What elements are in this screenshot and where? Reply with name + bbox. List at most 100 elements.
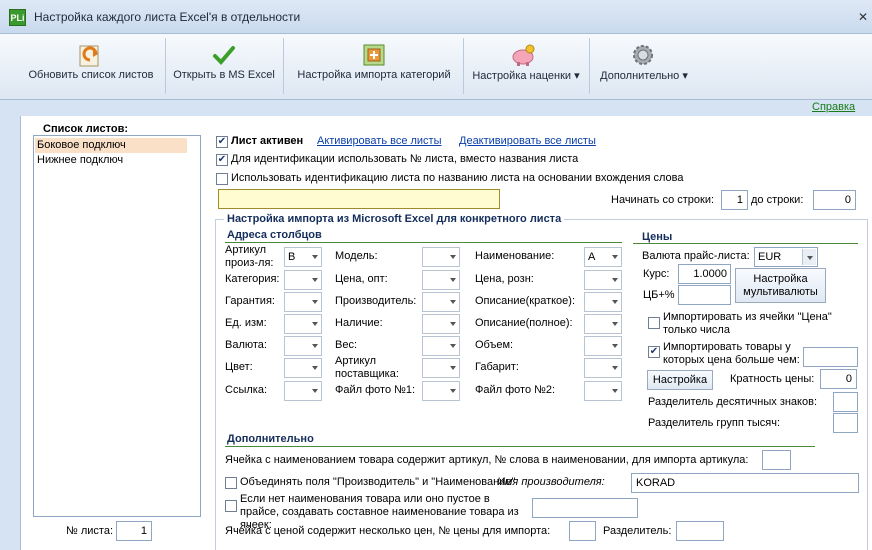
column-address-select[interactable]: [584, 381, 622, 401]
use-sheet-name-label: Использовать идентификацию листа по назв…: [231, 172, 684, 184]
refresh-sheets-button[interactable]: Обновить список листов: [20, 34, 162, 100]
column-address-select[interactable]: [584, 270, 622, 290]
multiplicity-input[interactable]: 0: [820, 369, 857, 389]
column-address-select[interactable]: [284, 270, 322, 290]
use-sheet-number-checkbox[interactable]: ✔: [216, 154, 228, 166]
chevron-down-icon: [612, 389, 618, 393]
column-address-select[interactable]: [422, 314, 460, 334]
composite-name-input[interactable]: [532, 498, 638, 518]
chevron-down-icon: [450, 389, 456, 393]
sheet-list-label: Список листов:: [43, 123, 129, 135]
chevron-down-icon: [612, 300, 618, 304]
deactivate-all-link[interactable]: Деактивировать все листы: [459, 135, 596, 148]
column-address-label: Цена, розн:: [475, 273, 534, 285]
chevron-down-icon: [450, 366, 456, 370]
column-address-label: Описание(краткое):: [475, 295, 576, 307]
toolbar-separator: [165, 38, 166, 94]
column-address-select[interactable]: [284, 292, 322, 312]
start-row-input[interactable]: 1: [721, 190, 748, 210]
import-settings-title: Настройка импорта из Microsoft Excel для…: [224, 213, 565, 225]
more-options-button[interactable]: Дополнительно ▾: [594, 34, 694, 100]
column-address-select[interactable]: [584, 292, 622, 312]
manufacturer-name-input[interactable]: KORAD: [631, 473, 859, 493]
column-address-select[interactable]: [584, 336, 622, 356]
cb-percent-input[interactable]: [678, 285, 731, 305]
chevron-down-icon: [802, 249, 816, 265]
import-numbers-only-checkbox[interactable]: [648, 317, 660, 329]
column-address-select[interactable]: A: [584, 247, 622, 267]
decimal-separator-input[interactable]: [833, 392, 858, 412]
column-address-select[interactable]: [422, 270, 460, 290]
list-item[interactable]: Боковое подключ: [35, 138, 187, 153]
column-address-label: Категория:: [225, 273, 280, 285]
sheet-name-word-input[interactable]: [218, 189, 500, 209]
column-address-select[interactable]: [584, 314, 622, 334]
column-address-label: Артикул произ-ля:: [225, 244, 274, 269]
multi-price-input[interactable]: [569, 521, 596, 541]
column-address-select[interactable]: B: [284, 247, 322, 267]
chevron-down-icon: [312, 300, 318, 304]
sheet-list[interactable]: Боковое подключ Нижнее подключ: [33, 135, 201, 517]
decimal-separator-label: Разделитель десятичных знаков:: [648, 396, 818, 408]
chevron-down-icon: [450, 278, 456, 282]
column-address-label: Вес:: [335, 339, 358, 351]
chevron-down-icon: [450, 300, 456, 304]
end-row-input[interactable]: 0: [813, 190, 856, 210]
column-address-select[interactable]: [284, 314, 322, 334]
column-address-label: Гарантия:: [225, 295, 275, 307]
more-options-label: Дополнительно ▾: [600, 70, 688, 82]
category-import-label: Настройка импорта категорий: [297, 69, 451, 81]
refresh-sheets-label: Обновить список листов: [28, 69, 154, 81]
column-address-label: Артикул поставщика:: [335, 355, 399, 380]
multi-currency-button[interactable]: Настройка мультивалюты: [735, 268, 826, 303]
column-address-select[interactable]: [422, 247, 460, 267]
category-import-icon: [363, 44, 385, 66]
activate-all-link[interactable]: Активировать все листы: [317, 135, 442, 148]
chevron-down-icon: [312, 322, 318, 326]
use-sheet-name-checkbox[interactable]: [216, 173, 228, 185]
price-separator-label: Разделитель:: [603, 525, 672, 537]
price-separator-input[interactable]: [676, 521, 724, 541]
help-link[interactable]: Справка: [812, 101, 855, 113]
open-excel-button[interactable]: Открыть в MS Excel: [168, 34, 280, 100]
column-address-select[interactable]: [422, 336, 460, 356]
thousands-separator-input[interactable]: [833, 413, 858, 433]
currency-select[interactable]: EUR: [754, 247, 818, 267]
category-import-button[interactable]: Настройка импорта категорий: [287, 34, 461, 100]
article-in-name-input[interactable]: [762, 450, 791, 470]
column-address-select[interactable]: [422, 381, 460, 401]
column-address-select[interactable]: [284, 358, 322, 378]
list-item[interactable]: Нижнее подключ: [35, 153, 187, 168]
rate-input[interactable]: 1.0000: [678, 264, 731, 284]
column-address-label: Валюта:: [225, 339, 267, 351]
chevron-down-icon: [312, 366, 318, 370]
price-greater-than-checkbox[interactable]: ✔: [648, 346, 660, 358]
chevron-down-icon: [450, 322, 456, 326]
sheet-number-field[interactable]: 1: [116, 521, 152, 541]
multi-price-label: Ячейка с ценой содержит несколько цен, №…: [225, 525, 551, 537]
column-address-label: Наличие:: [335, 317, 383, 329]
close-icon[interactable]: ✕: [858, 10, 868, 24]
column-address-select[interactable]: [284, 336, 322, 356]
price-greater-than-input[interactable]: [803, 347, 858, 367]
column-address-select[interactable]: [584, 358, 622, 378]
markup-settings-button[interactable]: Настройка наценки ▾: [466, 34, 586, 100]
import-numbers-only-label: Импортировать из ячейки "Цена" только чи…: [663, 311, 832, 336]
additional-line: [225, 446, 815, 447]
sheet-active-label: Лист активен: [231, 135, 304, 147]
column-address-select[interactable]: [422, 358, 460, 378]
column-address-select[interactable]: [422, 292, 460, 312]
merge-fields-checkbox[interactable]: [225, 477, 237, 489]
composite-name-checkbox[interactable]: [225, 500, 237, 512]
sheet-active-checkbox[interactable]: ✔: [216, 136, 228, 148]
toolbar-separator: [589, 38, 590, 94]
chevron-down-icon: [312, 389, 318, 393]
currency-label: Валюта прайс-листа:: [642, 250, 750, 262]
gear-icon: [633, 45, 653, 65]
sheet-number-label: № листа:: [66, 525, 114, 537]
column-address-select[interactable]: [284, 381, 322, 401]
refresh-icon: [79, 45, 99, 67]
merge-fields-label: Объединять поля "Производитель" и "Наиме…: [240, 476, 516, 488]
price-setup-button[interactable]: Настройка: [647, 370, 713, 390]
checkmark-icon: [213, 46, 235, 65]
